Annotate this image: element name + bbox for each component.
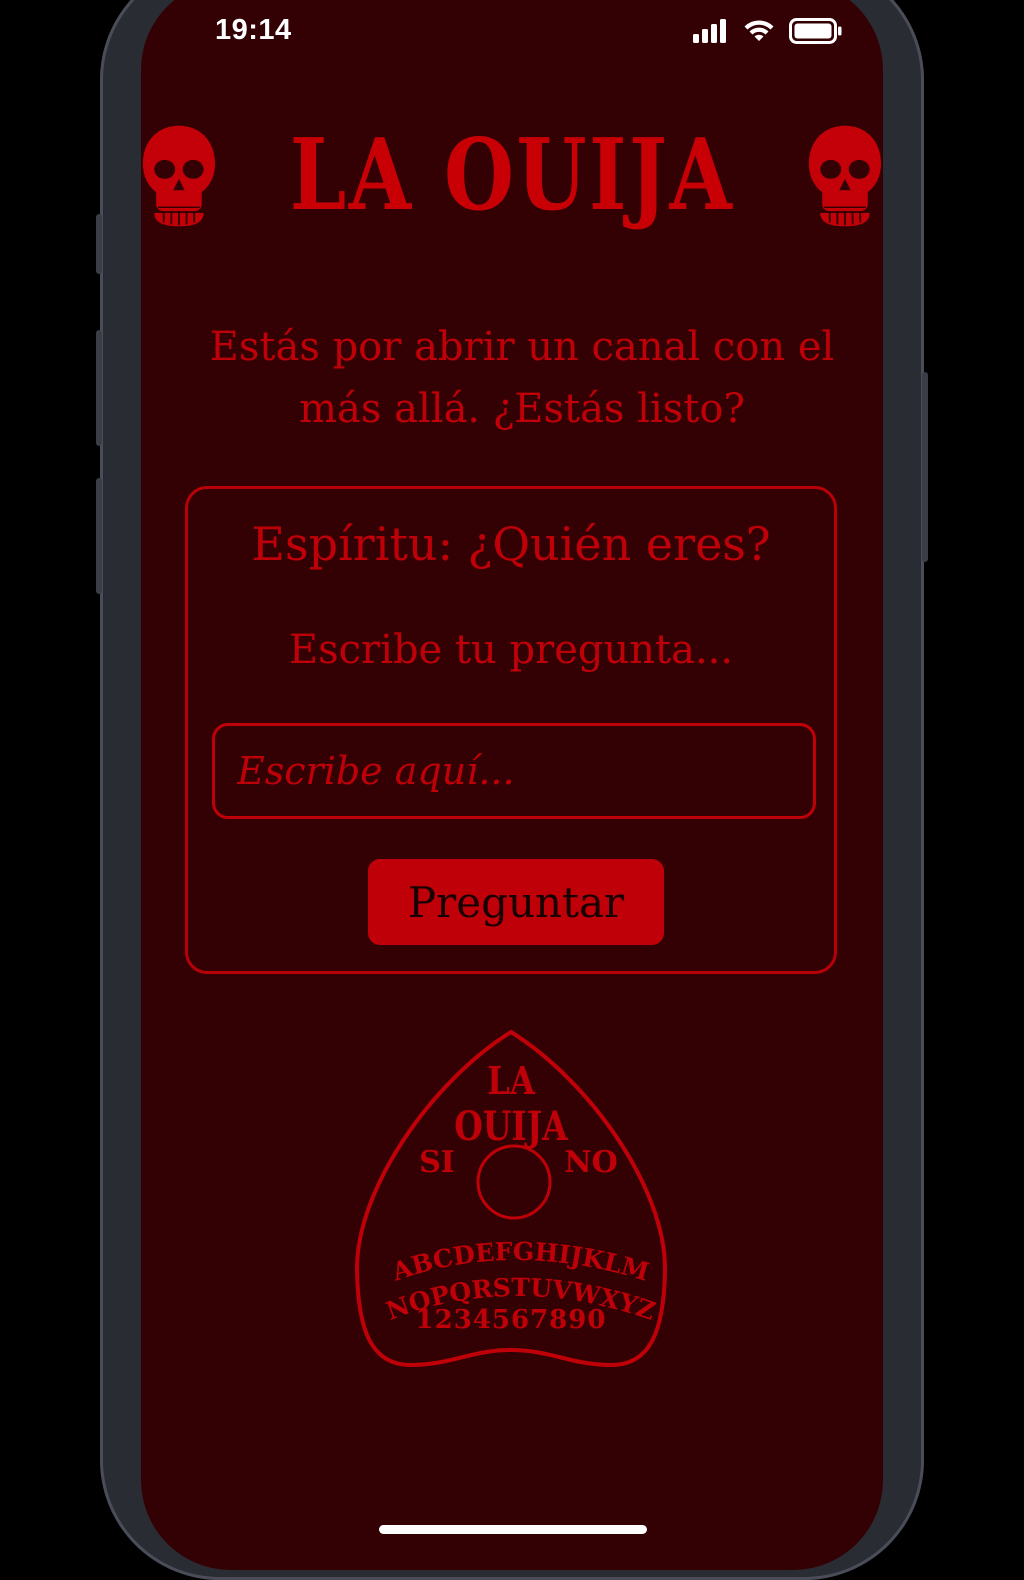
phone-screen: 19:14 LA OUIJA Estás por abrir un canal … [141,0,883,1570]
ask-button[interactable]: Preguntar [368,859,664,945]
planchette: LA OUIJA SI NO ABCDEFGHIJKLM NOPQRSTUVWX… [354,1029,668,1368]
phone-side-button [96,214,102,274]
status-time: 19:14 [215,14,292,46]
yes-label: SI [419,1145,455,1180]
battery-icon [789,18,842,44]
planchette-title-line1: LA [487,1060,535,1104]
phone-side-button [96,478,102,594]
home-indicator[interactable] [379,1525,647,1534]
phone-side-button [96,330,102,446]
skull-icon [808,125,882,227]
question-card: Espíritu: ¿Quién eres? Escribe tu pregun… [185,486,837,974]
planchette-title-line2: OUIJA [454,1103,568,1150]
app-header: LA OUIJA [141,120,883,232]
intro-text: Estás por abrir un canal con el más allá… [209,324,835,432]
skull-icon [142,125,216,227]
no-label: NO [564,1145,618,1180]
signal-icon [693,19,726,43]
planchette-viewing-window [476,1144,552,1220]
card-title: Espíritu: ¿Quién eres? [251,517,771,571]
app-title: LA OUIJA [289,118,735,233]
numbers-row: 1234567890 [416,1305,607,1335]
wifi-icon [744,20,774,41]
card-subtitle: Escribe tu pregunta... [288,627,734,673]
status-icons [693,18,843,44]
question-input[interactable] [212,723,816,819]
phone-side-button [922,372,928,562]
